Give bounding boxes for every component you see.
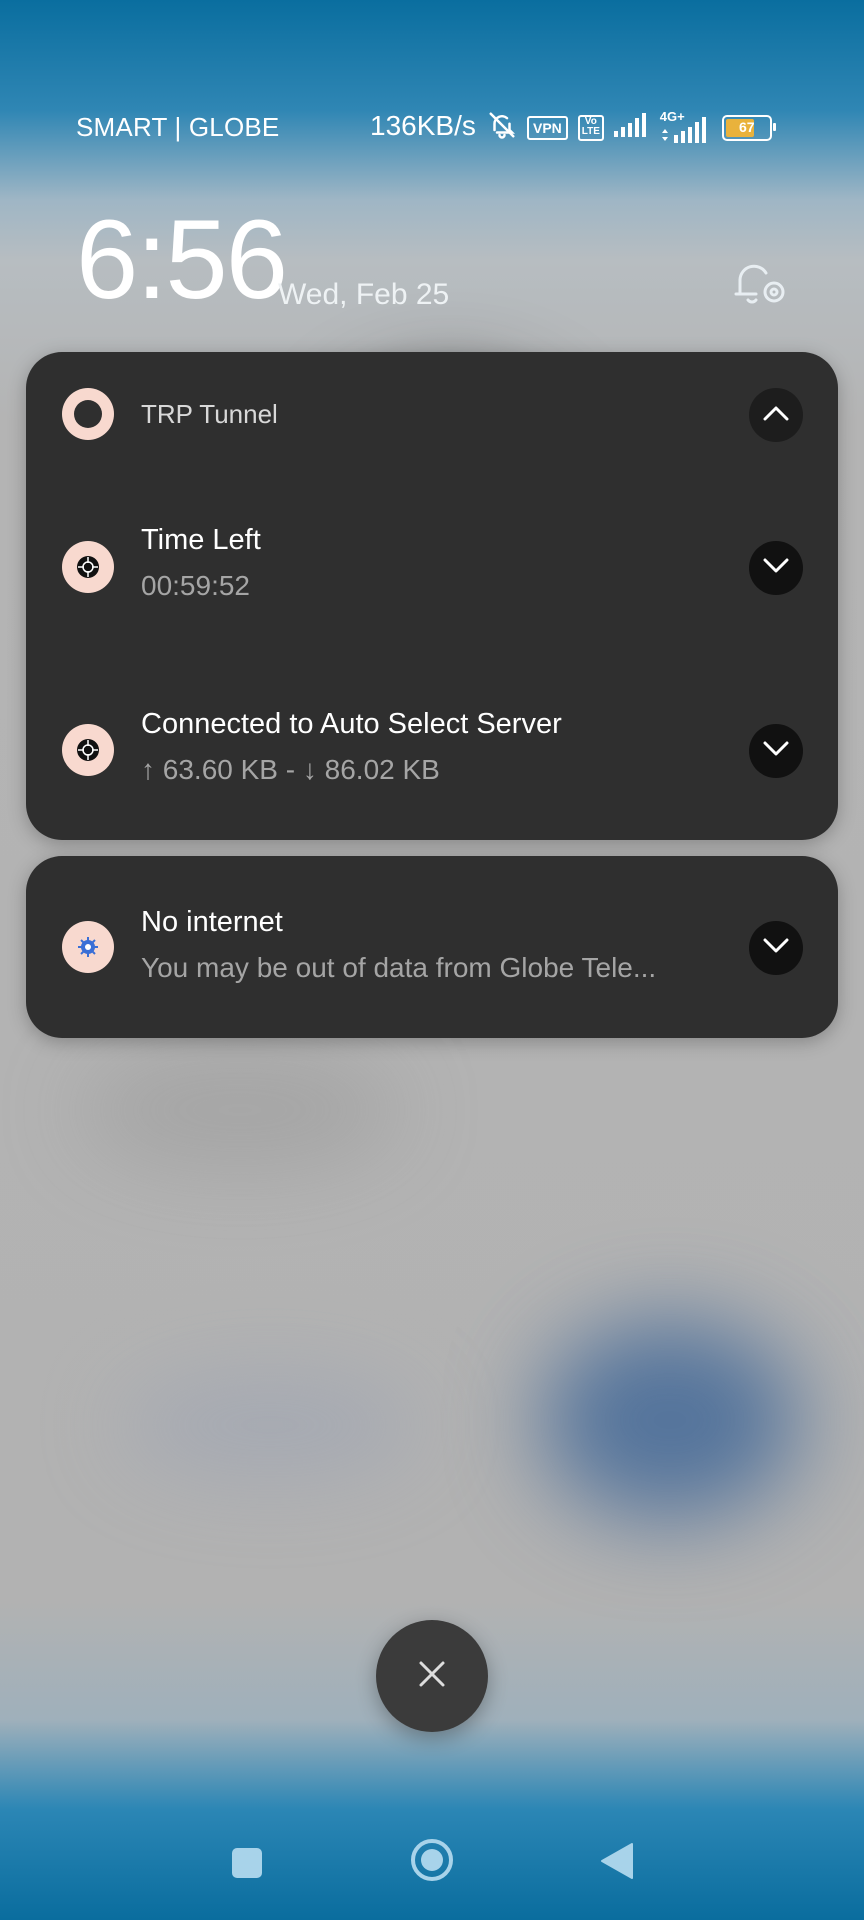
home-button[interactable] xyxy=(406,1836,458,1888)
expand-button[interactable] xyxy=(749,921,803,975)
chevron-down-icon xyxy=(763,741,789,762)
navigation-bar xyxy=(0,1830,864,1900)
app-name-label: TRP Tunnel xyxy=(141,399,278,429)
signal-icon xyxy=(613,113,650,142)
carrier-label: SMART | GLOBE xyxy=(76,112,280,142)
notification-title: Time Left xyxy=(141,524,261,556)
battery-level: 67 xyxy=(739,118,755,135)
notification-text: ↑ 63.60 KB - ↓ 86.02 KB xyxy=(141,754,440,785)
recents-button[interactable] xyxy=(222,1840,272,1890)
home-circle-icon xyxy=(410,1838,454,1887)
back-triangle-icon xyxy=(600,1842,634,1885)
vpn-target-icon xyxy=(62,541,114,593)
expand-button[interactable] xyxy=(749,541,803,595)
close-icon xyxy=(417,1659,447,1694)
back-button[interactable] xyxy=(592,1838,642,1888)
network-speed: 136KB/s xyxy=(370,110,476,141)
lockscreen-date: Wed, Feb 25 xyxy=(278,278,450,311)
notification-title: No internet xyxy=(141,906,283,938)
lockscreen-clock: 6:56 xyxy=(76,197,288,322)
battery-icon: 67 xyxy=(721,114,776,141)
chevron-down-icon xyxy=(763,558,789,579)
trp-tunnel-app-icon xyxy=(62,388,114,440)
clear-notifications-button[interactable] xyxy=(376,1620,488,1732)
signal-4g-icon: 4G+ xyxy=(660,109,712,143)
collapse-button[interactable] xyxy=(749,388,803,442)
system-settings-icon xyxy=(62,921,114,973)
notification-no-internet[interactable]: No internet You may be out of data from … xyxy=(26,856,838,1038)
notification-text: 00:59:52 xyxy=(141,570,250,601)
chevron-down-icon xyxy=(763,938,789,959)
chevron-up-icon xyxy=(763,405,789,426)
vpn-target-icon xyxy=(62,724,114,776)
status-bar: SMART | GLOBE 136KB/s VPN Vo LTE 4G+ 67 xyxy=(0,102,864,152)
volte-icon: Vo LTE xyxy=(577,114,604,141)
vpn-badge: VPN xyxy=(527,115,568,140)
bell-muted-icon xyxy=(487,110,517,145)
square-icon xyxy=(231,1847,263,1884)
notification-group-trp-tunnel[interactable]: TRP Tunnel Time Left 00:59:52 Connected … xyxy=(26,352,838,840)
notification-text: You may be out of data from Globe Tele..… xyxy=(141,952,657,983)
expand-button[interactable] xyxy=(749,724,803,778)
notification-settings-icon[interactable] xyxy=(732,258,790,315)
notification-title: Connected to Auto Select Server xyxy=(141,708,562,740)
